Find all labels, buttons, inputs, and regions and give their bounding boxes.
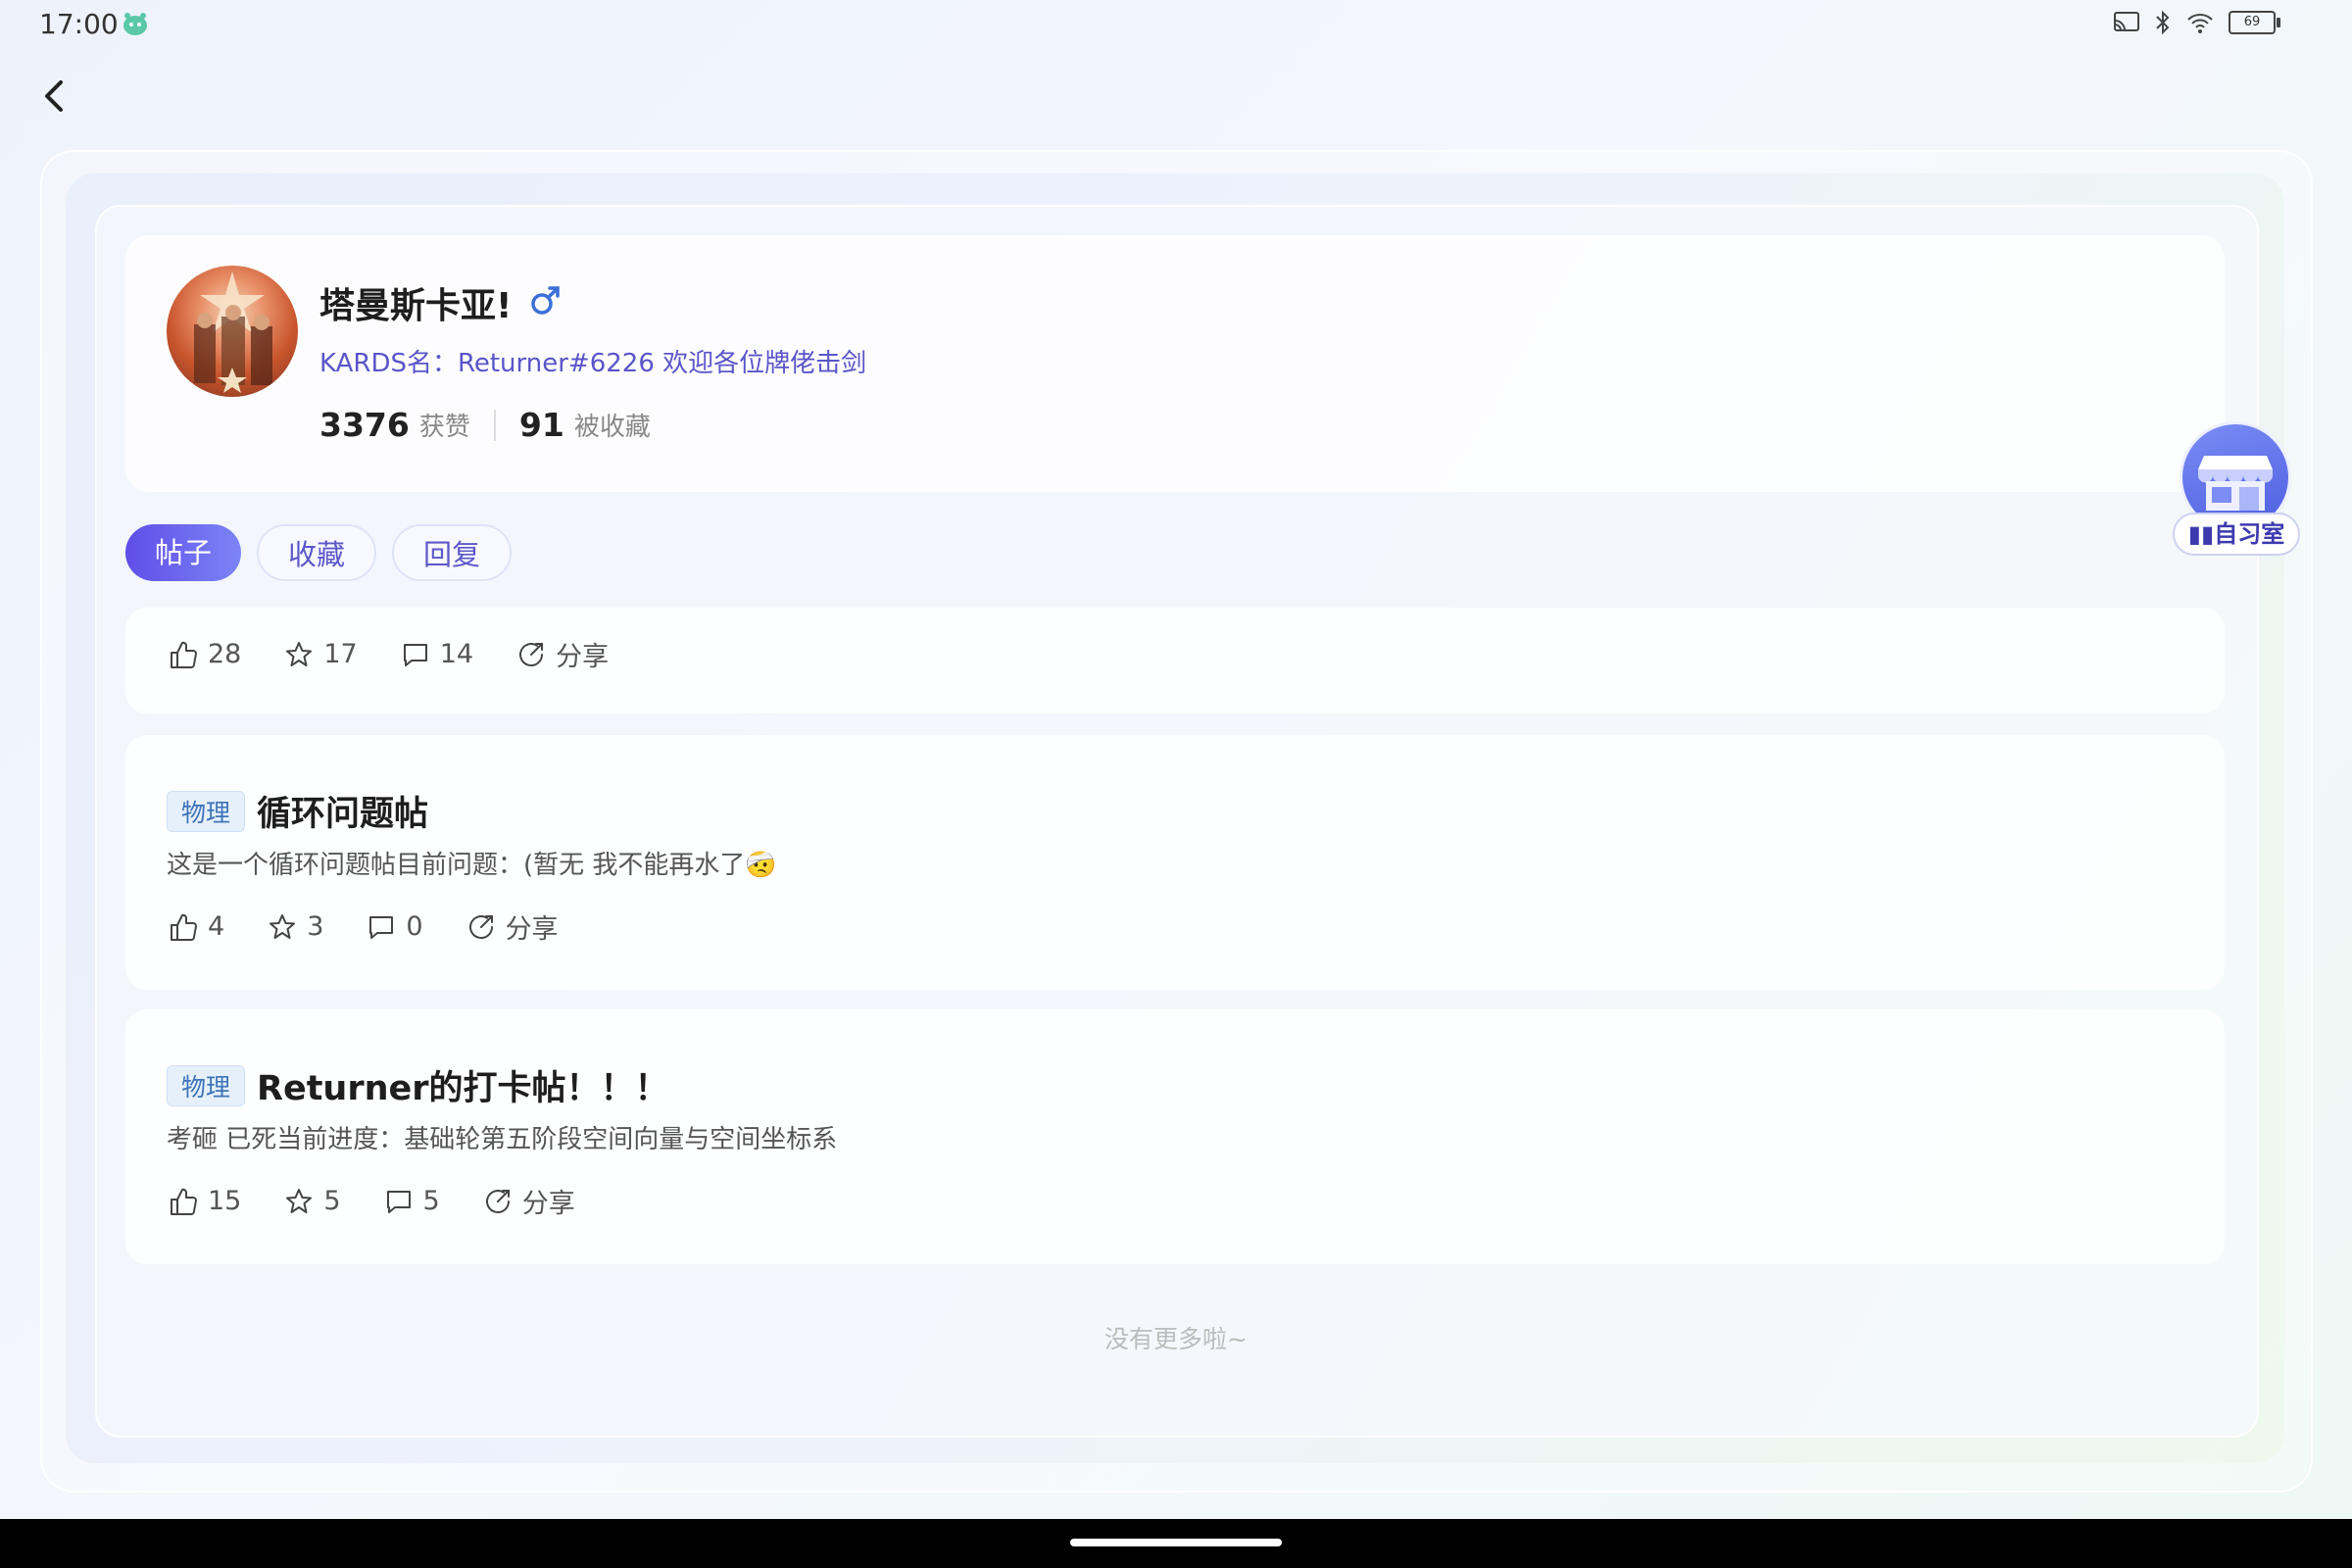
male-gender-icon (529, 283, 563, 317)
post-category-tag[interactable]: 物理 (167, 1064, 246, 1106)
share-icon (468, 914, 493, 939)
cast-icon (2114, 12, 2139, 31)
tab-replies[interactable]: 回复 (392, 524, 513, 581)
thumbs-up-icon (171, 641, 197, 668)
likes-count: 3376 (319, 406, 410, 444)
comment-button[interactable]: 0 (367, 911, 423, 942)
share-button[interactable]: 分享 (483, 1182, 575, 1220)
post-header: 物理 循环问题帖 (167, 786, 428, 836)
post-card[interactable]: 物理 Returner的打卡帖！！！ 考砸 已死当前进度：基础轮第五阶段空间向量… (125, 1009, 2225, 1264)
user-bio: KARDS名：Returner#6226 欢迎各位牌佬击剑 (319, 349, 867, 378)
star-icon (270, 913, 296, 939)
post-title[interactable]: Returner的打卡帖！！！ (257, 1060, 669, 1110)
profile-tabs: 帖子 收藏 回复 (125, 524, 513, 581)
study-room-button[interactable]: ▮▮自习室 (2173, 421, 2300, 568)
home-indicator[interactable] (1070, 1539, 1282, 1546)
bar-chart-icon: ▮▮ (2187, 520, 2215, 548)
star-icon (286, 1188, 313, 1213)
favorite-button[interactable]: 3 (268, 911, 323, 942)
post-excerpt: 这是一个循环问题帖目前问题：(暂无 我不能再水了🤕 (167, 851, 777, 880)
post-category-tag[interactable]: 物理 (167, 790, 246, 832)
study-room-label: ▮▮自习室 (2173, 513, 2300, 556)
comment-button[interactable]: 14 (401, 639, 473, 669)
username: 塔曼斯卡亚! (319, 286, 513, 326)
status-time: 17:00 (39, 8, 119, 40)
post-title[interactable]: 循环问题帖 (257, 786, 428, 836)
post-header: 物理 Returner的打卡帖！！！ (167, 1060, 669, 1110)
app-mascot-icon (120, 10, 151, 37)
share-button[interactable]: 分享 (466, 907, 559, 946)
post-actions: 28 17 14 分享 (169, 635, 652, 673)
battery-indicator: 69 (2229, 11, 2280, 34)
comment-icon (369, 915, 394, 939)
avatar[interactable] (167, 266, 298, 397)
post-excerpt: 考砸 已死当前进度：基础轮第五阶段空间向量与空间坐标系 (167, 1125, 838, 1154)
comment-icon (403, 643, 427, 666)
comment-button[interactable]: 5 (384, 1186, 440, 1216)
like-button[interactable]: 4 (169, 911, 224, 942)
wifi-icon (2187, 14, 2213, 33)
chevron-left-icon (45, 80, 63, 112)
saved-count: 91 (518, 406, 564, 444)
thumbs-up-icon (171, 1188, 197, 1215)
like-button[interactable]: 15 (169, 1186, 241, 1216)
end-of-list-text: 没有更多啦~ (1104, 1325, 1248, 1353)
post-card[interactable]: 28 17 14 分享 (125, 608, 2225, 713)
tab-posts[interactable]: 帖子 (125, 524, 242, 581)
tab-favorites[interactable]: 收藏 (257, 524, 377, 581)
favorite-button[interactable]: 17 (284, 639, 358, 669)
status-icons: 69 (2113, 10, 2280, 35)
back-button[interactable] (35, 74, 74, 118)
post-card[interactable]: 物理 循环问题帖 这是一个循环问题帖目前问题：(暂无 我不能再水了🤕 4 3 0… (125, 735, 2225, 990)
share-icon (485, 1189, 510, 1213)
bluetooth-icon (2156, 10, 2170, 35)
like-button[interactable]: 28 (169, 639, 241, 669)
thumbs-up-icon (171, 913, 197, 941)
comment-icon (386, 1190, 411, 1213)
share-icon (519, 642, 544, 666)
saved-label: 被收藏 (573, 413, 651, 442)
stats-divider (493, 409, 496, 441)
user-stats: 3376 获赞 91 被收藏 (319, 406, 651, 444)
star-icon (286, 641, 313, 666)
likes-label: 获赞 (418, 413, 470, 442)
favorite-button[interactable]: 5 (284, 1186, 341, 1216)
post-actions: 15 5 5 分享 (169, 1182, 618, 1220)
post-actions: 4 3 0 分享 (169, 907, 602, 946)
share-button[interactable]: 分享 (516, 635, 609, 673)
